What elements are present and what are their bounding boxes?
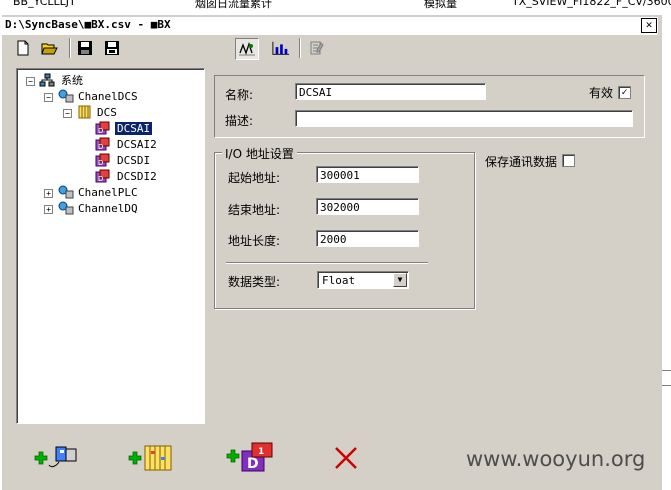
channel-tree[interactable]: − 系统 − ChanelDCS − DCS D DCSAI D DCSAI2 … xyxy=(16,68,205,424)
tree-node-channeldq[interactable]: ChannelDQ xyxy=(78,202,138,216)
add-datablock-icon[interactable]: D1 xyxy=(225,441,275,473)
io-group-title: I/O 地址设置 xyxy=(222,145,297,162)
channel-icon xyxy=(58,185,74,199)
window-title: D:\SyncBase\■BX.csv - ■BX xyxy=(5,18,171,31)
tree-node-dcsai[interactable]: DCSAI xyxy=(115,122,153,136)
datablock-icon: D xyxy=(95,169,111,183)
address-length-field[interactable]: 2000 xyxy=(316,230,419,247)
save-comm-label: 保存通讯数据 xyxy=(485,155,558,169)
bg-cell-type: 模拟量 xyxy=(424,0,457,10)
bar-chart-icon[interactable] xyxy=(272,39,290,57)
device-icon xyxy=(77,105,93,119)
tree-node-system[interactable]: 系统 xyxy=(61,74,83,88)
tree-node-dcs[interactable]: DCS xyxy=(97,106,117,120)
new-icon[interactable] xyxy=(14,39,32,57)
tree-node-chaneldcs[interactable]: ChanelDCS xyxy=(78,90,138,104)
tree-collapse-root[interactable]: − xyxy=(26,77,35,86)
toolbar-separator xyxy=(69,38,70,58)
end-address-label: 结束地址: xyxy=(228,203,281,217)
svg-text:D: D xyxy=(98,159,103,167)
open-icon[interactable] xyxy=(41,39,59,57)
save-comm-checkbox[interactable] xyxy=(562,154,575,167)
close-button[interactable]: ✕ xyxy=(641,18,657,33)
bg-cell-tag: BB_YCLLLJT xyxy=(13,0,76,8)
add-channel-icon[interactable] xyxy=(29,443,79,473)
svg-text:1: 1 xyxy=(258,447,264,457)
svg-text:D: D xyxy=(247,456,259,472)
svg-text:D: D xyxy=(98,127,103,135)
valid-label: 有效 xyxy=(589,86,614,100)
start-address-label: 起始地址: xyxy=(228,171,281,185)
chevron-down-icon[interactable]: ▼ xyxy=(393,273,407,287)
data-type-select[interactable]: Float ▼ xyxy=(317,271,409,289)
edit-doc-icon[interactable] xyxy=(308,39,326,57)
bg-cell-expr: TX_SVIEW_FI1822_F_CV/3600 xyxy=(512,0,671,8)
channel-icon xyxy=(58,201,74,215)
delete-icon[interactable] xyxy=(333,445,359,471)
description-field[interactable] xyxy=(295,110,633,127)
signal-icon[interactable] xyxy=(235,38,259,60)
tree-node-dcsdi[interactable]: DCSDI xyxy=(117,154,150,168)
right-background xyxy=(662,14,671,489)
svg-text:D: D xyxy=(98,143,103,151)
bg-cell-desc: 烟囱日流量累计 xyxy=(195,0,272,10)
add-device-icon[interactable] xyxy=(127,443,177,473)
datablock-icon: D xyxy=(95,153,111,167)
start-address-field[interactable]: 300001 xyxy=(316,166,419,183)
datablock-icon: D xyxy=(95,137,111,151)
tree-node-dcsai-label: DCSAI xyxy=(115,122,153,135)
address-length-label: 地址长度: xyxy=(228,234,281,248)
group-divider xyxy=(226,262,428,263)
tree-collapse-dcs[interactable]: − xyxy=(63,109,72,118)
tree-node-dcsai2[interactable]: DCSAI2 xyxy=(117,138,157,152)
tree-expand-channeldq[interactable]: + xyxy=(44,205,53,214)
name-label: 名称: xyxy=(225,88,254,102)
data-type-value: Float xyxy=(322,274,356,287)
toolbar-separator-2 xyxy=(299,38,300,58)
svg-text:D: D xyxy=(98,175,103,183)
network-root-icon xyxy=(39,73,55,87)
background-divider xyxy=(662,370,671,386)
tree-expand-chanelplc[interactable]: + xyxy=(44,189,53,198)
background-list-row: BB_YCLLLJT 烟囱日流量累计 模拟量 TX_SVIEW_FI1822_F… xyxy=(0,0,671,14)
data-type-label: 数据类型: xyxy=(228,275,281,289)
tree-collapse-chaneldcs[interactable]: − xyxy=(44,93,53,102)
tree-node-chanelplc[interactable]: ChanelPLC xyxy=(78,186,138,200)
channel-icon xyxy=(58,89,74,103)
name-field[interactable]: DCSAI xyxy=(295,83,486,100)
end-address-field[interactable]: 302000 xyxy=(316,198,419,215)
valid-checkbox[interactable]: ✓ xyxy=(618,86,631,99)
datablock-icon: D xyxy=(95,121,111,135)
description-label: 描述: xyxy=(225,114,254,128)
watermark-text: www.wooyun.org xyxy=(466,447,646,471)
tree-node-dcsdi2[interactable]: DCSDI2 xyxy=(117,170,157,184)
save-icon[interactable] xyxy=(76,39,94,57)
save-all-icon[interactable] xyxy=(103,39,121,57)
